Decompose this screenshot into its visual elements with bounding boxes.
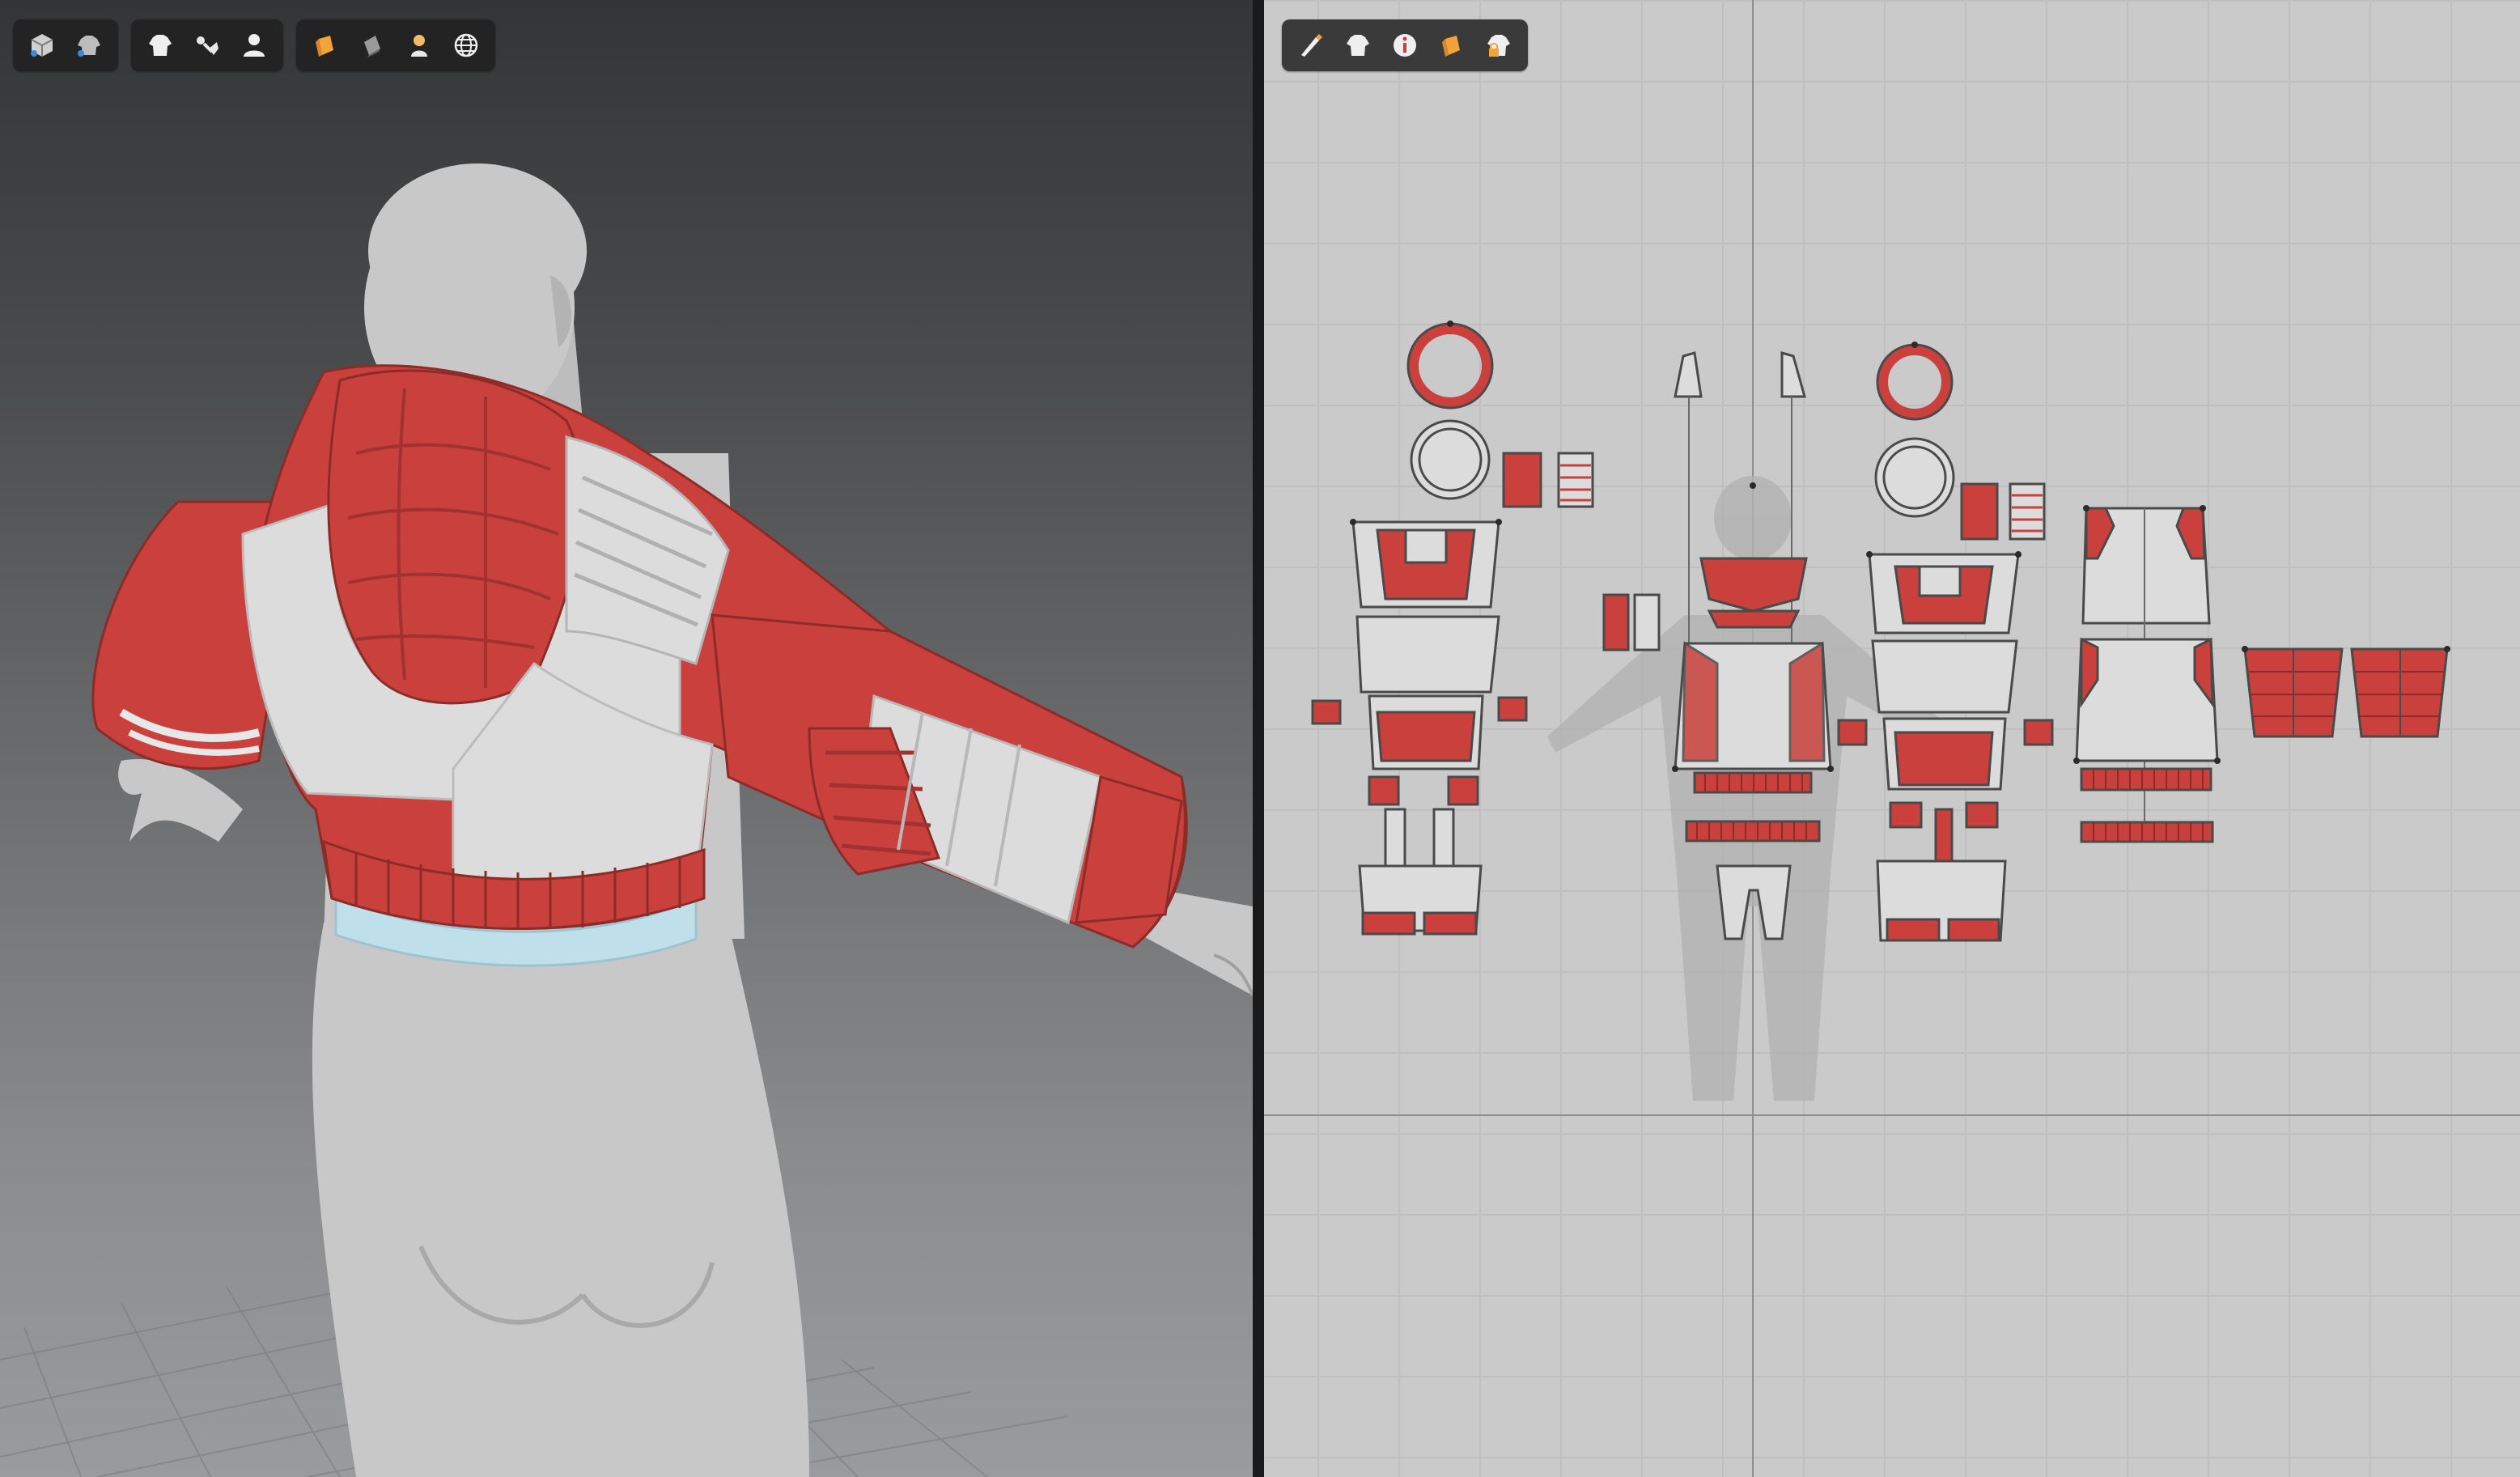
shirt-icon[interactable] <box>1337 24 1379 66</box>
stitch-icon[interactable] <box>186 24 228 66</box>
cube-display-icon[interactable] <box>21 24 63 66</box>
avatar-icon[interactable] <box>233 24 275 66</box>
2d-pattern-canvas <box>1264 0 2520 1477</box>
shirt-icon[interactable] <box>139 24 181 66</box>
3d-toolbar <box>13 19 495 71</box>
2d-pattern-viewport[interactable] <box>1264 0 2520 1477</box>
pattern-pieces <box>1311 322 2449 942</box>
3d-toolbar-group-display <box>13 19 118 71</box>
pen-tool-icon[interactable] <box>1290 24 1332 66</box>
texture-icon[interactable] <box>1431 24 1473 66</box>
garment-display-icon[interactable] <box>68 24 110 66</box>
shirt-lock-icon[interactable] <box>1478 24 1520 66</box>
avatar-surface-icon[interactable] <box>398 24 440 66</box>
jacket-3d <box>91 364 1188 949</box>
texture-icon[interactable] <box>304 24 346 66</box>
viewport-divider[interactable] <box>1253 0 1264 1477</box>
globe-icon[interactable] <box>445 24 487 66</box>
3d-viewport[interactable] <box>0 0 1253 1477</box>
shading-icon[interactable] <box>351 24 393 66</box>
info-icon[interactable] <box>1384 24 1426 66</box>
2d-toolbar <box>1282 19 1528 71</box>
3d-toolbar-group-render <box>296 19 495 71</box>
3d-scene <box>0 163 1253 1477</box>
2d-toolbar-group <box>1282 19 1528 71</box>
3d-toolbar-group-garment <box>131 19 283 71</box>
